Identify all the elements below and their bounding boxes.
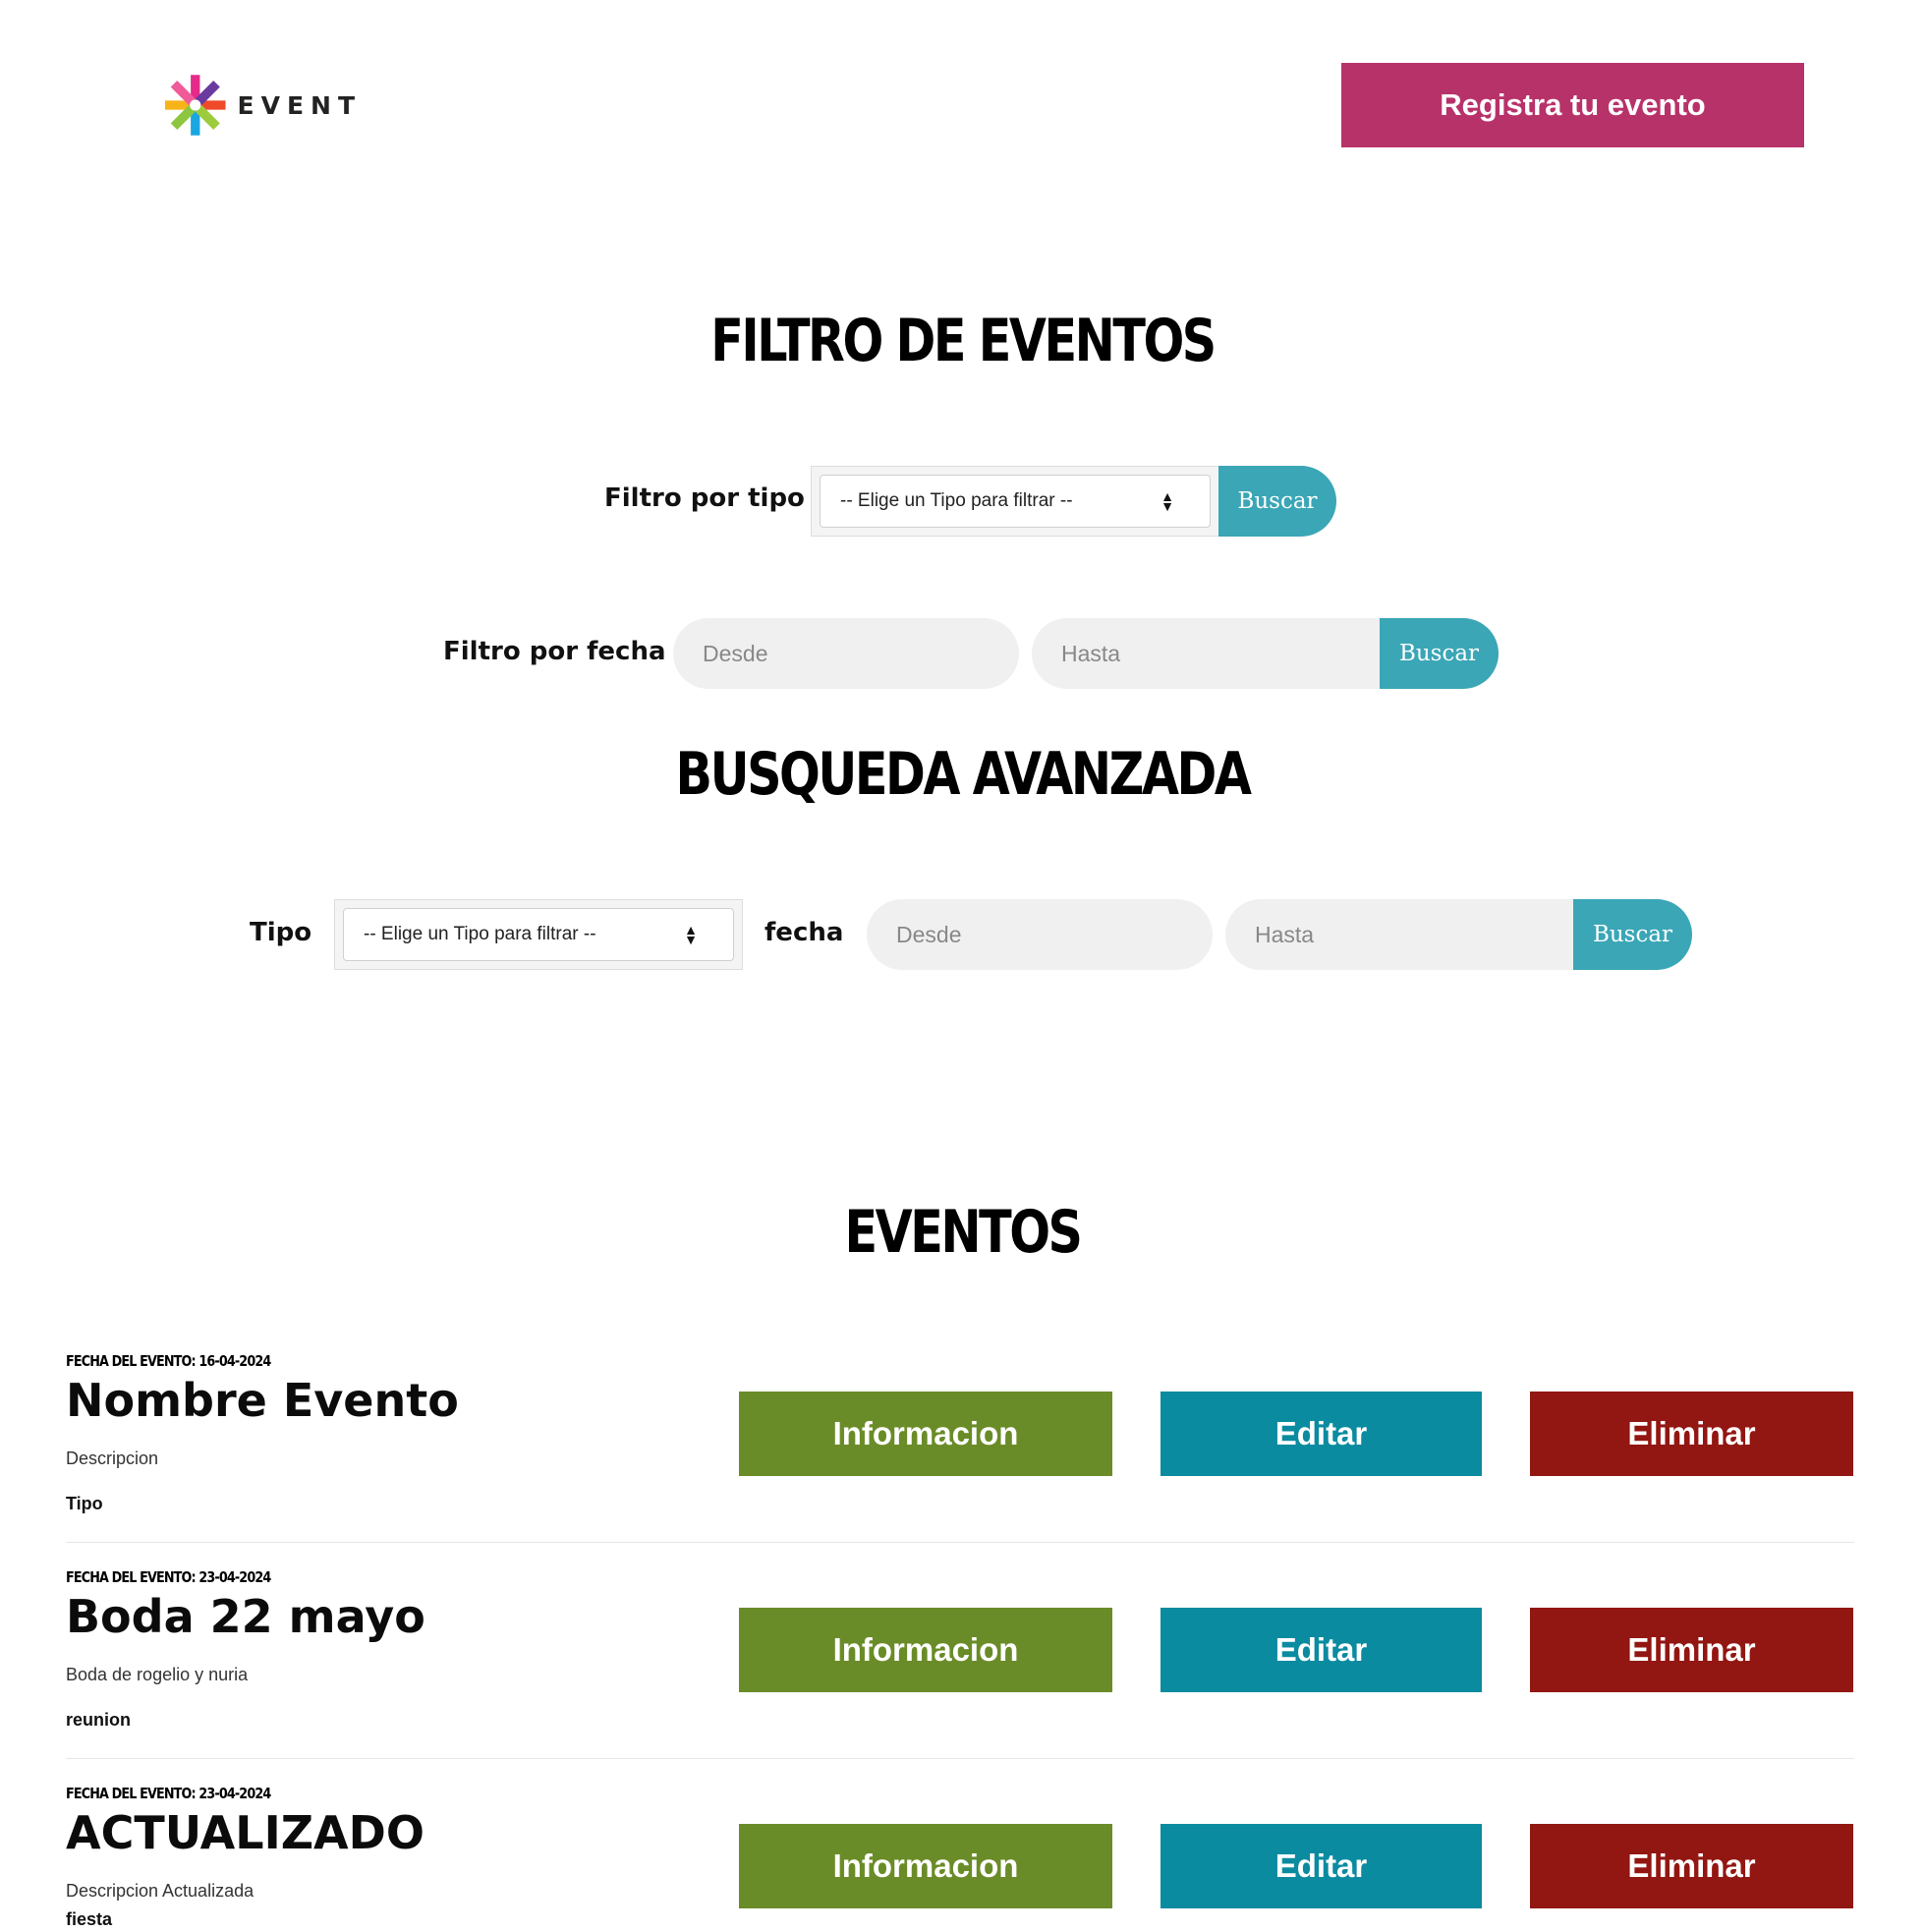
event-name: Boda 22 mayo bbox=[66, 1590, 425, 1643]
type-select-value: -- Elige un Tipo para filtrar -- bbox=[840, 490, 1073, 511]
event-divider bbox=[66, 1758, 1854, 1759]
logo-text: EVENT bbox=[237, 90, 362, 120]
advanced-search-button[interactable]: Buscar bbox=[1573, 899, 1692, 970]
advanced-type-select-wrapper: -- Elige un Tipo para filtrar -- ▲ ▼ bbox=[334, 899, 743, 970]
logo[interactable]: EVENT bbox=[165, 71, 362, 140]
event-divider bbox=[66, 1542, 1854, 1543]
event-description: Descripcion Actualizada bbox=[66, 1881, 255, 1901]
info-button[interactable]: Informacion bbox=[739, 1392, 1112, 1476]
delete-button[interactable]: Eliminar bbox=[1530, 1608, 1853, 1692]
event-date: FECHA DEL EVENTO: 16-04-2024 bbox=[66, 1352, 271, 1370]
event-description: Boda de rogelio y nuria bbox=[66, 1665, 249, 1684]
advanced-type-label: Tipo bbox=[250, 918, 312, 947]
event-date: FECHA DEL EVENTO: 23-04-2024 bbox=[66, 1568, 271, 1586]
event-type: fiesta bbox=[66, 1909, 113, 1929]
info-button[interactable]: Informacion bbox=[739, 1608, 1112, 1692]
filter-date-to-input[interactable]: Hasta bbox=[1032, 618, 1381, 689]
event-name: Nombre Evento bbox=[66, 1374, 459, 1427]
filter-section-title: FILTRO DE EVENTOS bbox=[710, 307, 1217, 375]
edit-button[interactable]: Editar bbox=[1161, 1392, 1482, 1476]
type-select-wrapper: -- Elige un Tipo para filtrar -- ▲ ▼ bbox=[811, 466, 1219, 537]
type-select[interactable]: -- Elige un Tipo para filtrar -- ▲ ▼ bbox=[820, 475, 1211, 528]
advanced-search-title: BUSQUEDA AVANZADA bbox=[675, 740, 1252, 809]
advanced-date-label: fecha bbox=[764, 918, 844, 947]
filter-date-search-button[interactable]: Buscar bbox=[1380, 618, 1499, 689]
advanced-date-from-input[interactable]: Desde bbox=[867, 899, 1213, 970]
advanced-type-select-value: -- Elige un Tipo para filtrar -- bbox=[364, 924, 596, 944]
events-title: EVENTOS bbox=[844, 1198, 1083, 1267]
filter-type-search-button[interactable]: Buscar bbox=[1218, 466, 1336, 537]
delete-button[interactable]: Eliminar bbox=[1530, 1392, 1853, 1476]
advanced-date-to-input[interactable]: Hasta bbox=[1225, 899, 1574, 970]
event-type: reunion bbox=[66, 1710, 131, 1730]
delete-button[interactable]: Eliminar bbox=[1530, 1824, 1853, 1908]
event-type: Tipo bbox=[66, 1494, 103, 1513]
select-arrows-icon: ▲ ▼ bbox=[684, 922, 698, 947]
event-logo-icon bbox=[165, 75, 226, 136]
advanced-type-select[interactable]: -- Elige un Tipo para filtrar -- ▲ ▼ bbox=[343, 908, 734, 961]
register-event-button[interactable]: Registra tu evento bbox=[1341, 63, 1804, 147]
filter-date-from-input[interactable]: Desde bbox=[673, 618, 1019, 689]
event-date: FECHA DEL EVENTO: 23-04-2024 bbox=[66, 1785, 271, 1802]
event-description: Descripcion bbox=[66, 1449, 159, 1468]
filter-by-type-label: Filtro por tipo bbox=[604, 483, 805, 513]
select-arrows-icon: ▲ ▼ bbox=[1161, 488, 1174, 514]
filter-by-date-label: Filtro por fecha bbox=[443, 637, 666, 666]
info-button[interactable]: Informacion bbox=[739, 1824, 1112, 1908]
edit-button[interactable]: Editar bbox=[1161, 1824, 1482, 1908]
event-name: ACTUALIZADO bbox=[66, 1806, 425, 1859]
edit-button[interactable]: Editar bbox=[1161, 1608, 1482, 1692]
